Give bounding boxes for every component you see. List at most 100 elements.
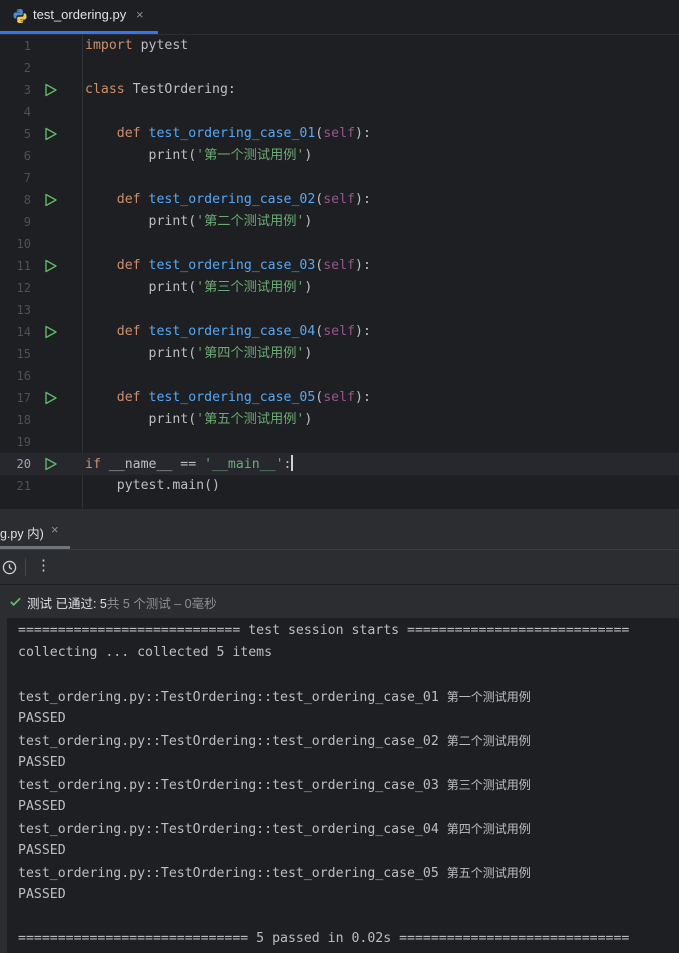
console-text: PASSED	[18, 887, 66, 902]
console-output[interactable]: ============================ test sessio…	[0, 618, 679, 953]
test-status-text: 测试 已通过: 5共 5 个测试 – 0毫秒	[27, 593, 217, 612]
code-line[interactable]: 1 import pytest	[0, 35, 679, 57]
code-token: def	[116, 126, 141, 141]
code-token: print(	[85, 214, 197, 229]
tab-test-ordering[interactable]: test_ordering.py ×	[0, 0, 158, 34]
code-line[interactable]: 20 if __name__ == '__main__':	[0, 453, 679, 475]
code-line[interactable]: 16	[0, 365, 679, 387]
console-text: test_ordering.py::TestOrdering::test_ord…	[18, 866, 447, 881]
code-token: print(	[85, 412, 197, 427]
console-line: test_ordering.py::TestOrdering::test_ord…	[18, 864, 531, 883]
code-text: print('第一个测试用例')	[85, 147, 313, 165]
code-line[interactable]: 3 class TestOrdering:	[0, 79, 679, 101]
code-text: print('第五个测试用例')	[85, 411, 313, 429]
code-line[interactable]: 21 pytest.main()	[0, 475, 679, 497]
run-test-icon[interactable]	[44, 193, 58, 207]
line-number: 18	[16, 413, 31, 427]
code-line[interactable]: 2	[0, 57, 679, 79]
code-token: self	[323, 390, 355, 405]
console-text: collecting ... collected 5 items	[18, 645, 273, 660]
code-line[interactable]: 13	[0, 299, 679, 321]
console-text: PASSED	[18, 843, 66, 858]
line-number: 14	[16, 325, 31, 339]
console-text: PASSED	[18, 755, 66, 770]
console-line: PASSED	[18, 798, 66, 816]
run-test-icon[interactable]	[44, 83, 58, 97]
status-suffix: 共 5 个测试 – 0毫秒	[106, 597, 217, 611]
line-number: 6	[23, 149, 31, 163]
code-token: '第二个测试用例'	[196, 214, 305, 229]
run-test-icon[interactable]	[44, 259, 58, 273]
line-number: 19	[16, 435, 31, 449]
code-token: test_ordering_case_01	[148, 126, 316, 141]
code-token: test_ordering_case_05	[148, 390, 316, 405]
run-test-icon[interactable]	[44, 325, 58, 339]
code-token: ):	[355, 258, 371, 273]
code-line[interactable]: 9 print('第二个测试用例')	[0, 211, 679, 233]
code-line[interactable]: 15 print('第四个测试用例')	[0, 343, 679, 365]
code-token: print(	[85, 148, 197, 163]
run-tab-close-icon[interactable]: ×	[51, 522, 59, 537]
console-text: PASSED	[18, 799, 66, 814]
code-line[interactable]: 10	[0, 233, 679, 255]
code-token: pytest.main()	[85, 478, 220, 493]
code-token: TestOrdering:	[124, 82, 236, 97]
code-text: print('第二个测试用例')	[85, 213, 313, 231]
code-token: ):	[355, 324, 371, 339]
code-token: self	[323, 324, 355, 339]
line-number: 17	[16, 391, 31, 405]
code-editor[interactable]: 1 import pytest 2 3 class TestOrdering: 4 5 de…	[0, 35, 679, 508]
code-line[interactable]: 14 def test_ordering_case_04(self):	[0, 321, 679, 343]
test-history-icon[interactable]	[2, 560, 17, 575]
code-line[interactable]: 6 print('第一个测试用例')	[0, 145, 679, 167]
console-line: test_ordering.py::TestOrdering::test_ord…	[18, 776, 531, 795]
code-line[interactable]: 5 def test_ordering_case_01(self):	[0, 123, 679, 145]
code-token: def	[116, 258, 141, 273]
code-token: class	[85, 82, 125, 97]
run-test-icon[interactable]	[44, 457, 58, 471]
code-line[interactable]: 8 def test_ordering_case_02(self):	[0, 189, 679, 211]
code-token: '第一个测试用例'	[196, 148, 305, 163]
code-line[interactable]: 7	[0, 167, 679, 189]
line-number: 9	[23, 215, 31, 229]
line-number: 2	[23, 61, 31, 75]
code-token: ):	[355, 192, 371, 207]
tab-title: test_ordering.py	[33, 7, 127, 22]
code-token: )	[304, 148, 313, 163]
code-line[interactable]: 19	[0, 431, 679, 453]
console-line: test_ordering.py::TestOrdering::test_ord…	[18, 732, 531, 751]
more-options-icon[interactable]: ⋮	[36, 556, 51, 574]
code-token: self	[323, 258, 355, 273]
code-line[interactable]: 17 def test_ordering_case_05(self):	[0, 387, 679, 409]
tab-close-icon[interactable]: ×	[136, 7, 144, 22]
code-token: self	[323, 192, 355, 207]
code-text: pytest.main()	[85, 477, 220, 495]
code-text: def test_ordering_case_03(self):	[85, 257, 371, 275]
code-text: if __name__ == '__main__':	[85, 455, 294, 474]
console-text: test_ordering.py::TestOrdering::test_ord…	[18, 822, 447, 837]
line-number: 5	[23, 127, 31, 141]
code-line[interactable]: 4	[0, 101, 679, 123]
console-line: ============================= 5 passed i…	[18, 930, 629, 948]
run-tab-label[interactable]: g.py 内)	[0, 523, 44, 542]
code-token: ):	[355, 126, 371, 141]
line-number: 12	[16, 281, 31, 295]
run-test-icon[interactable]	[44, 127, 58, 141]
code-text: class TestOrdering:	[85, 81, 236, 99]
code-line[interactable]: 18 print('第五个测试用例')	[0, 409, 679, 431]
console-gutter	[0, 618, 7, 953]
toolbar-separator	[25, 558, 26, 576]
console-print-output: 第五个测试用例	[446, 866, 531, 880]
code-line[interactable]: 12 print('第三个测试用例')	[0, 277, 679, 299]
run-test-icon[interactable]	[44, 391, 58, 405]
console-print-output: 第一个测试用例	[446, 690, 531, 704]
code-text: print('第三个测试用例')	[85, 279, 313, 297]
status-prefix: 测试 已通过:	[27, 597, 100, 611]
code-token: '__main__'	[204, 457, 284, 472]
code-token: test_ordering_case_03	[148, 258, 316, 273]
console-text: PASSED	[18, 711, 66, 726]
code-token: '第三个测试用例'	[196, 280, 305, 295]
code-line[interactable]: 11 def test_ordering_case_03(self):	[0, 255, 679, 277]
